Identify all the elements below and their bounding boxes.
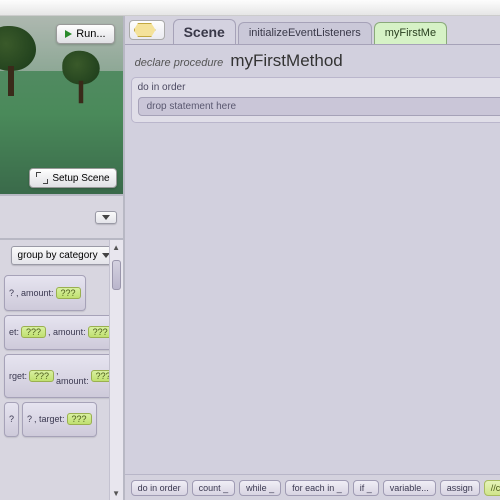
methods-list: ? , amount: ??? et: ??? , amount: ??? rg… xyxy=(0,271,123,441)
setup-label: Setup Scene xyxy=(52,173,109,184)
param-slot[interactable]: ??? xyxy=(56,287,81,299)
stmt-count[interactable]: count _ xyxy=(192,480,236,496)
right-column: Scene initializeEventListeners myFirstMe… xyxy=(125,16,500,500)
group-bar: group by category xyxy=(0,240,123,271)
group-by-dropdown[interactable]: group by category xyxy=(11,246,117,265)
method-tile[interactable]: et: ??? , amount: ??? xyxy=(4,315,118,351)
stmt-variable[interactable]: variable... xyxy=(383,480,436,496)
stmt-assign[interactable]: assign xyxy=(440,480,480,496)
drop-statement-zone[interactable]: drop statement here xyxy=(138,97,500,116)
scroll-thumb[interactable] xyxy=(112,260,121,290)
app-window: Run... Setup Scene group by category xyxy=(0,0,500,500)
tree xyxy=(0,26,36,96)
tab-bar: Scene initializeEventListeners myFirstMe xyxy=(125,16,500,44)
run-label: Run... xyxy=(76,28,105,40)
group-label: group by category xyxy=(18,250,98,261)
declaration-line: declare procedure myFirstMethod xyxy=(125,45,500,77)
left-column: Run... Setup Scene group by category xyxy=(0,16,125,500)
stmt-if[interactable]: if _ xyxy=(353,480,379,496)
setup-scene-button[interactable]: Setup Scene xyxy=(29,168,116,188)
play-icon xyxy=(65,30,72,38)
methods-scrollbar[interactable]: ▲ ▼ xyxy=(109,240,123,500)
tab-initialize-listeners[interactable]: initializeEventListeners xyxy=(238,22,372,44)
method-tile[interactable]: ? xyxy=(4,402,19,438)
expand-icon xyxy=(36,172,48,184)
tab-my-first-method[interactable]: myFirstMe xyxy=(374,22,447,44)
main-area: Run... Setup Scene group by category xyxy=(0,16,500,500)
run-button[interactable]: Run... xyxy=(56,24,114,44)
tab-scene[interactable]: Scene xyxy=(173,19,236,44)
declare-keyword: declare procedure xyxy=(135,57,224,69)
editor-body[interactable] xyxy=(125,127,500,474)
chevron-down-icon xyxy=(102,215,110,220)
tree xyxy=(62,51,100,104)
code-editor: declare procedure myFirstMethod do in or… xyxy=(125,44,500,474)
titlebar xyxy=(0,0,500,16)
scroll-up-icon[interactable]: ▲ xyxy=(110,240,123,254)
param-slot[interactable]: ??? xyxy=(67,413,92,425)
scroll-down-icon[interactable]: ▼ xyxy=(110,486,123,500)
object-selector-panel xyxy=(0,196,123,240)
method-name: myFirstMethod xyxy=(230,51,342,70)
param-slot[interactable]: ??? xyxy=(29,370,54,382)
param-slot[interactable]: ??? xyxy=(21,326,46,338)
methods-panel: group by category ? , amount: ??? et: ??… xyxy=(0,240,123,500)
method-tile[interactable]: rget: ??? , amount: ??? xyxy=(4,354,121,398)
do-in-order-label: do in order xyxy=(138,82,186,93)
stmt-while[interactable]: while _ xyxy=(239,480,281,496)
stmt-comment[interactable]: //comment xyxy=(484,480,500,496)
class-selector[interactable] xyxy=(129,20,165,40)
do-in-order-block[interactable]: do in order drop statement here xyxy=(131,77,500,123)
object-dropdown[interactable] xyxy=(95,211,117,224)
hexagon-icon xyxy=(134,23,156,37)
stmt-for-each[interactable]: for each in _ xyxy=(285,480,349,496)
stmt-do-in-order[interactable]: do in order xyxy=(131,480,188,496)
drop-hint: drop statement here xyxy=(147,101,237,112)
scene-preview[interactable]: Run... Setup Scene xyxy=(0,16,123,196)
method-tile[interactable]: ? , amount: ??? xyxy=(4,275,86,311)
statement-palette: do in order count _ while _ for each in … xyxy=(125,474,500,500)
method-tile[interactable]: ? , target: ??? xyxy=(22,402,97,438)
